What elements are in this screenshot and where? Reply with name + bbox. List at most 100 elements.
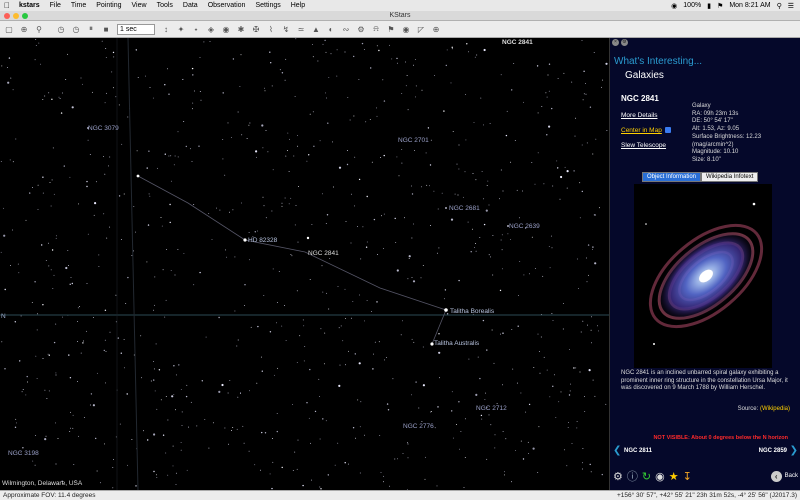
slew-telescope-link[interactable]: Slew Telescope [621,142,671,149]
close-window-icon[interactable] [4,13,10,19]
previous-object-label[interactable]: NGC 2811 [624,448,652,454]
next-object-label[interactable]: NGC 2859 [759,448,787,454]
new-window-icon[interactable]: ▢ [2,23,16,36]
battery-icon[interactable]: ▮ [707,2,711,10]
telescope-icon[interactable]: ⍾ [369,23,383,36]
menu-settings[interactable]: Settings [250,2,285,9]
milky-way-icon[interactable]: ≃ [294,23,308,36]
menu-list-icon[interactable]: ☰ [788,2,794,10]
wifi-icon[interactable]: ◉ [671,2,677,10]
flag-tool-icon[interactable]: ⚑ [384,23,398,36]
label-talitha-australis[interactable]: Talitha Australis [434,340,479,347]
stars-toggle-icon[interactable]: ⋆ [189,23,203,36]
menu-time[interactable]: Time [66,2,91,9]
center-checkbox-icon[interactable] [664,127,671,134]
info-icon[interactable]: ⓘ [627,468,638,484]
apple-menu-icon[interactable]:  [0,1,14,10]
zoom-out-icon[interactable]: ⚲ [32,23,46,36]
label-talitha-borealis[interactable]: Talitha Borealis [450,308,494,315]
menu-observation[interactable]: Observation [203,2,251,9]
next-object-icon[interactable]: ❯ [790,445,798,456]
favorite-star-icon[interactable]: ★ [669,470,679,483]
supernovae-toggle-icon[interactable]: ✱ [234,23,248,36]
previous-object-icon[interactable]: ❮ [613,445,621,456]
minimize-window-icon[interactable] [13,13,19,19]
satellites-toggle-icon[interactable]: ✠ [249,23,263,36]
panel-settings-icon[interactable]: ⚙ [621,39,628,46]
ekos-icon[interactable]: ⚙ [354,23,368,36]
refresh-icon[interactable]: ↻ [642,470,651,483]
galaxy-marker[interactable] [445,207,447,209]
background-star [264,432,267,434]
ground-icon[interactable]: ▲ [309,23,323,36]
background-star [153,379,155,381]
background-star [160,217,162,218]
time-step-spinner-icon[interactable]: ↕ [159,23,173,36]
background-star [191,160,193,162]
constellation-art-icon[interactable]: ⌇ [264,23,278,36]
settings-gear-icon[interactable]: ⚙ [613,470,623,483]
sky-map[interactable]: NGC 3079 NGC 2701 NGC 2681 NGC 2639 HD 8… [0,38,609,490]
label-ngc2776[interactable]: NGC 2776 [403,423,434,430]
menu-view[interactable]: View [127,2,152,9]
wikipedia-link[interactable]: (Wikipedia) [760,406,790,412]
star-hd82328[interactable] [243,238,247,242]
set-time-icon[interactable]: ◷ [54,23,68,36]
menu-help[interactable]: Help [286,2,310,9]
star-talitha-borealis[interactable] [444,308,448,312]
star[interactable] [306,236,310,240]
zoom-window-icon[interactable] [22,13,28,19]
label-ngc2639[interactable]: NGC 2639 [509,223,540,230]
boundaries-icon[interactable]: ↯ [279,23,293,36]
label-ngc2681[interactable]: NGC 2681 [449,205,480,212]
more-details-link[interactable]: More Details [621,112,671,119]
center-in-map-link[interactable]: Center in Map [621,127,671,134]
fov-icon[interactable]: ⊕ [429,23,443,36]
back-button[interactable]: ‹ Back [770,470,798,482]
stop-clock-icon[interactable]: ■ [99,23,113,36]
constellation-lines-icon[interactable]: ✦ [174,23,188,36]
menu-tools[interactable]: Tools [152,2,178,9]
clock-icon[interactable]: ◷ [69,23,83,36]
menu-pointing[interactable]: Pointing [91,2,126,9]
download-icon[interactable]: ↧ [683,470,692,483]
hips-icon[interactable]: ∾ [339,23,353,36]
back-label: Back [784,473,798,479]
background-star [7,81,10,84]
label-hd82328[interactable]: HD 82328 [248,237,277,244]
observation-icon[interactable]: ◉ [399,23,413,36]
tab-wikipedia-infotext[interactable]: Wikipedia Infotext [701,172,759,182]
star[interactable] [136,174,140,178]
visibility-eye-icon[interactable]: ◉ [655,470,665,483]
label-ngc2701[interactable]: NGC 2701 [398,137,429,144]
background-star [350,193,352,195]
background-star [511,89,513,91]
background-star [257,325,259,328]
tab-object-information[interactable]: Object Information [642,172,702,182]
background-star [115,321,117,323]
zoom-in-icon[interactable]: ⊕ [17,23,31,36]
background-star [167,68,168,70]
menu-app[interactable]: kstars [14,2,45,9]
time-step-input[interactable]: 1 sec [117,23,155,35]
background-star [73,464,75,465]
label-focus-object[interactable]: NGC 2841 [502,39,533,46]
clock[interactable]: Mon 8:21 AM [729,2,770,9]
background-star [500,333,501,335]
flag-icon[interactable]: ⚑ [717,2,723,10]
panel-title: What's Interesting... [614,56,703,67]
pause-clock-icon[interactable]: ⏸ [84,23,98,36]
eclipse-icon[interactable]: ◐ [324,23,338,36]
solar-system-toggle-icon[interactable]: ◉ [219,23,233,36]
label-ngc2712[interactable]: NGC 2712 [476,405,507,412]
menu-file[interactable]: File [45,2,66,9]
menu-data[interactable]: Data [178,2,203,9]
background-star [576,420,578,422]
align-icon[interactable]: ◸ [414,23,428,36]
search-icon[interactable]: ⚲ [777,2,782,10]
label-ngc2841[interactable]: NGC 2841 [308,250,339,257]
deep-sky-toggle-icon[interactable]: ◈ [204,23,218,36]
label-ngc3079[interactable]: NGC 3079 [88,125,119,132]
label-ngc3198[interactable]: NGC 3198 [8,450,39,457]
panel-close-icon[interactable]: × [612,39,619,46]
